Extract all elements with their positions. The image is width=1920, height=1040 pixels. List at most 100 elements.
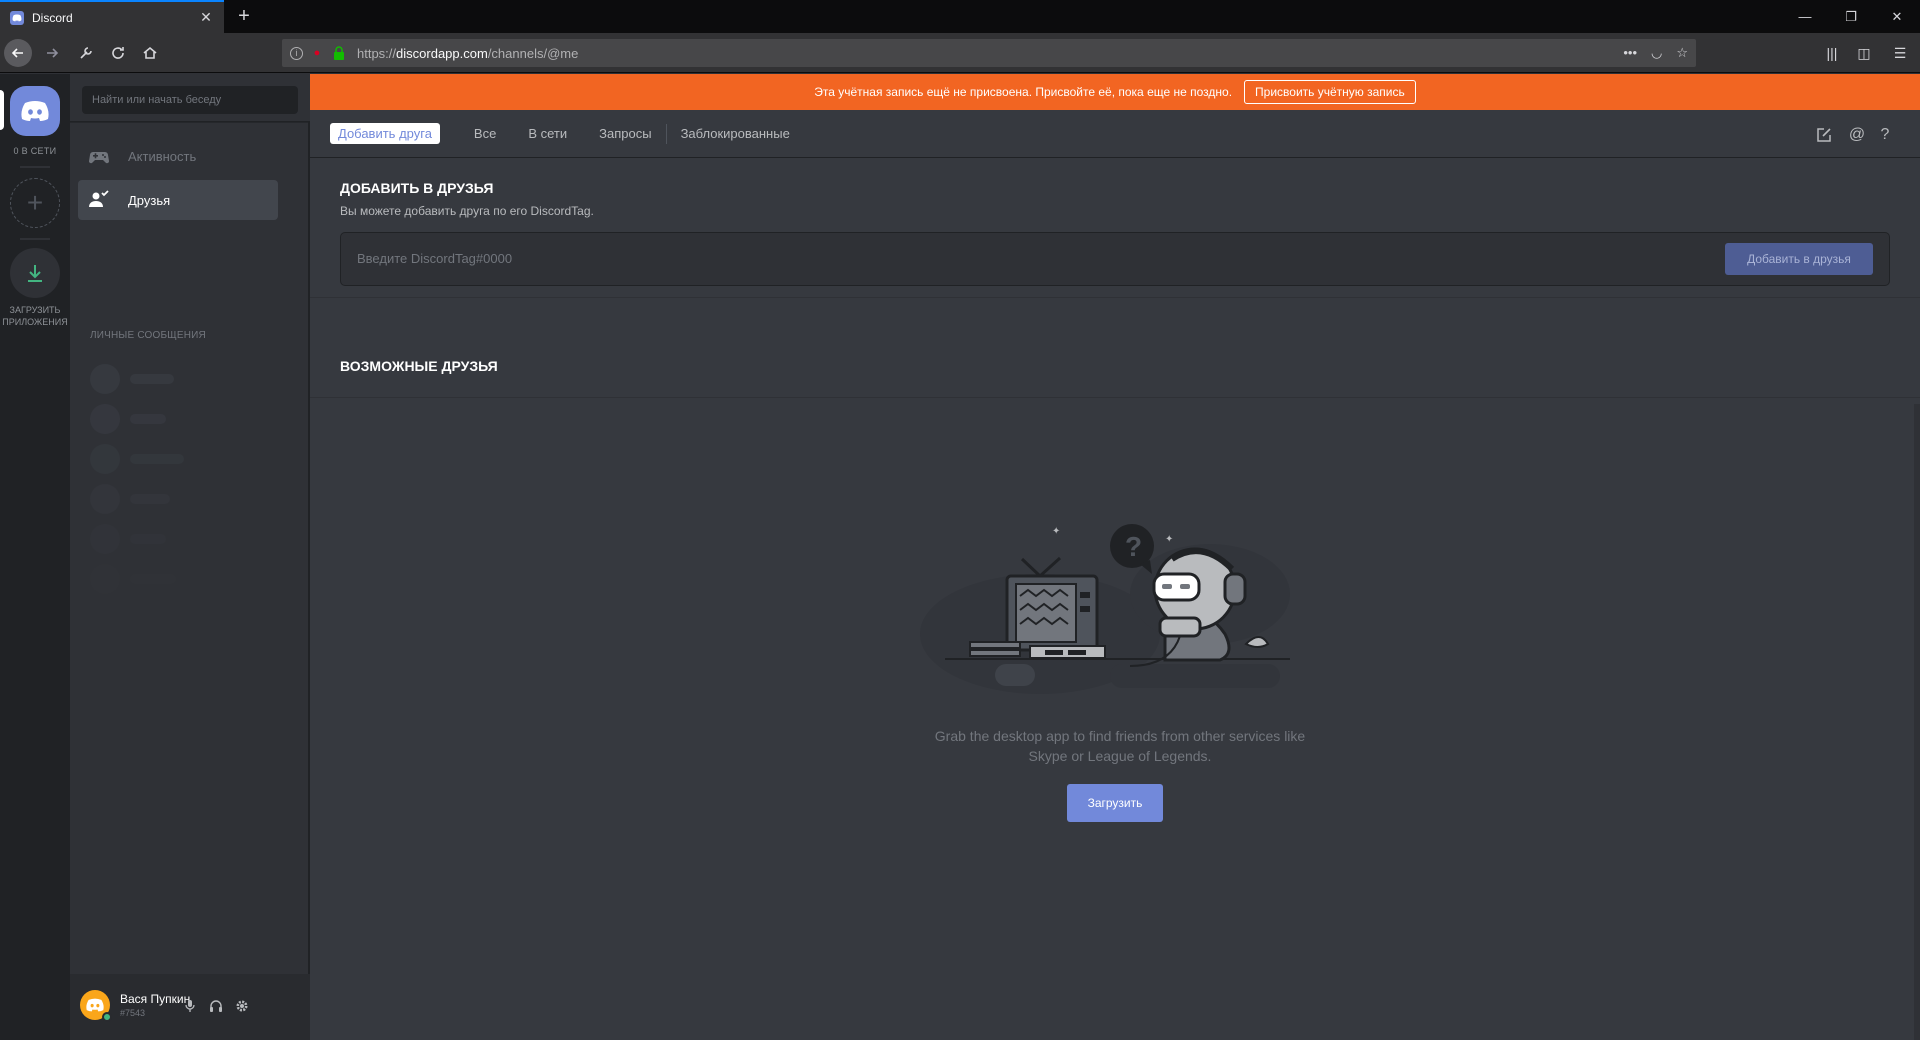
window-restore-button[interactable]: ❐ xyxy=(1828,0,1874,33)
add-friend-section: ДОБАВИТЬ В ДРУЗЬЯ Вы можете добавить дру… xyxy=(310,158,1920,298)
gamepad-icon xyxy=(88,152,110,164)
sidebar-item-label: Друзья xyxy=(128,192,171,208)
online-count: 0 В СЕТИ xyxy=(13,146,57,156)
friends-main-panel: Эта учётная запись ещё не присвоена. При… xyxy=(310,74,1920,1040)
name-placeholder xyxy=(130,454,184,464)
back-button[interactable] xyxy=(4,39,32,67)
find-conversation-input[interactable]: Найти или начать беседу xyxy=(82,86,298,114)
deafen-button[interactable] xyxy=(206,996,226,1016)
main-scrollbar[interactable] xyxy=(1914,404,1920,1040)
reload-button[interactable] xyxy=(104,39,132,67)
online-status-indicator xyxy=(102,1012,112,1022)
library-button[interactable]: ||| xyxy=(1818,39,1846,67)
user-panel: Вася Пупкин #7543 xyxy=(70,974,310,1040)
tab-pending[interactable]: Запросы xyxy=(599,126,651,141)
add-server-button[interactable]: + xyxy=(10,178,60,228)
user-settings-button[interactable] xyxy=(232,996,252,1016)
help-icon: ? xyxy=(1880,126,1890,143)
browser-tab-bar: Discord ✕ + — ❐ ✕ xyxy=(0,0,1920,33)
mentions-button[interactable]: @ xyxy=(1846,124,1868,146)
hamburger-menu-icon: ☰ xyxy=(1893,44,1907,61)
discord-logo-icon xyxy=(86,998,104,1012)
home-guild-button[interactable] xyxy=(10,86,60,136)
reload-icon xyxy=(112,47,124,59)
sidebar-item-friends[interactable]: Друзья xyxy=(78,180,278,220)
url-bar-actions: ••• ◡ ☆ xyxy=(1623,45,1688,61)
name-placeholder xyxy=(130,534,166,544)
guild-list: 0 В СЕТИ + ЗАГРУЗИТЬ ПРИЛОЖЕНИЯ xyxy=(0,74,70,1040)
plus-icon: + xyxy=(26,187,44,218)
download-apps-label: ЗАГРУЗИТЬ ПРИЛОЖЕНИЯ xyxy=(2,305,68,327)
dm-placeholder xyxy=(90,404,166,434)
at-sign-icon: @ xyxy=(1848,126,1866,143)
window-close-button[interactable]: ✕ xyxy=(1874,0,1920,33)
discord-tag-placeholder: Введите DiscordTag#0000 xyxy=(357,251,513,266)
info-icon[interactable]: i xyxy=(290,46,303,60)
avatar-placeholder xyxy=(90,404,120,434)
unclaimed-account-notice: Эта учётная запись ещё не присвоена. При… xyxy=(310,74,1920,110)
url-bar[interactable]: i ● https://discordapp.com/channels/@me … xyxy=(282,39,1696,67)
page-actions-icon[interactable]: ••• xyxy=(1623,45,1637,61)
home-icon xyxy=(143,46,157,59)
home-button[interactable] xyxy=(136,39,164,67)
download-app-button[interactable]: Загрузить xyxy=(1067,784,1163,822)
mute-button[interactable] xyxy=(180,996,200,1016)
avatar-placeholder xyxy=(90,444,120,474)
add-friend-description: Вы можете добавить друга по его DiscordT… xyxy=(340,204,594,218)
url-text: https://discordapp.com/channels/@me xyxy=(357,46,1623,61)
sidebar-item-label: Активность xyxy=(128,148,197,164)
menu-button[interactable]: ☰ xyxy=(1886,39,1914,67)
bookmark-star-icon[interactable]: ☆ xyxy=(1676,45,1688,61)
sidebar-item-activity[interactable]: Активность xyxy=(78,136,278,176)
dm-placeholder xyxy=(90,484,170,514)
avatar-placeholder xyxy=(90,364,120,394)
tab-all[interactable]: Все xyxy=(474,126,496,141)
svg-text:?: ? xyxy=(1125,531,1142,562)
browser-navigation-bar: i ● https://discordapp.com/channels/@me … xyxy=(0,33,1920,73)
gear-icon xyxy=(236,1000,248,1012)
suggestions-title: ВОЗМОЖНЫЕ ДРУЗЬЯ xyxy=(340,358,498,374)
add-friend-title: ДОБАВИТЬ В ДРУЗЬЯ xyxy=(340,180,494,196)
tab-close-icon[interactable]: ✕ xyxy=(198,9,214,26)
forward-button[interactable] xyxy=(38,39,66,67)
discord-logo-icon xyxy=(21,101,49,121)
tab-add-friend[interactable]: Добавить друга xyxy=(330,123,440,144)
guild-separator xyxy=(20,238,50,240)
name-placeholder xyxy=(130,374,174,384)
dm-placeholder xyxy=(90,524,166,554)
url-host: discordapp.com xyxy=(396,45,488,61)
dm-placeholder xyxy=(90,444,184,474)
private-channels-sidebar: Найти или начать беседу Активность Друзь… xyxy=(70,74,310,1040)
claim-account-button[interactable]: Присвоить учётную запись xyxy=(1244,80,1416,104)
microphone-blocked-icon[interactable]: ● xyxy=(309,45,325,61)
tab-blocked[interactable]: Заблокированные xyxy=(681,126,790,141)
arrow-left-icon xyxy=(11,48,23,58)
wrench-icon xyxy=(80,47,92,59)
browser-tab-discord[interactable]: Discord ✕ xyxy=(0,0,224,33)
sidebar-icon: ◫ xyxy=(1857,44,1871,61)
window-minimize-button[interactable]: — xyxy=(1782,0,1828,33)
discord-tag-field[interactable]: Введите DiscordTag#0000 Добавить в друзь… xyxy=(340,232,1890,286)
tab-divider xyxy=(665,123,667,144)
friends-tab-bar: Добавить друга Все В сети Запросы Заблок… xyxy=(310,110,1920,158)
dm-placeholder xyxy=(90,364,174,394)
help-button[interactable]: ? xyxy=(1874,124,1896,146)
avatar-placeholder xyxy=(90,524,120,554)
tab-online[interactable]: В сети xyxy=(528,126,567,141)
new-group-dm-button[interactable] xyxy=(1813,124,1835,146)
user-discriminator: #7543 xyxy=(120,1008,146,1018)
send-friend-request-button[interactable]: Добавить в друзья xyxy=(1725,243,1873,275)
empty-state-text: Grab the desktop app to find friends fro… xyxy=(910,726,1330,766)
download-apps-button[interactable] xyxy=(10,248,60,298)
svg-text:✦: ✦ xyxy=(1165,534,1173,545)
url-path: /channels/@me xyxy=(487,45,579,61)
sidebar-toggle-button[interactable]: ◫ xyxy=(1850,39,1878,67)
arrow-right-icon xyxy=(47,48,59,58)
pocket-icon[interactable]: ◡ xyxy=(1651,45,1662,61)
customize-button[interactable] xyxy=(72,39,100,67)
direct-messages-header: ЛИЧНЫЕ СООБЩЕНИЯ xyxy=(90,330,206,341)
friends-icon xyxy=(89,190,109,207)
name-placeholder xyxy=(130,574,176,584)
download-icon xyxy=(28,265,42,282)
new-tab-button[interactable]: + xyxy=(232,4,256,28)
